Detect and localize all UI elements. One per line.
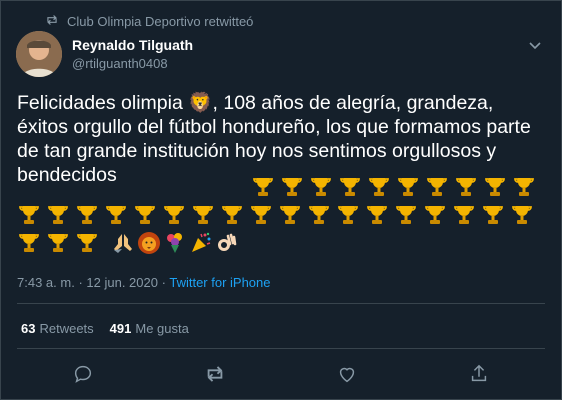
trophy-icon — [481, 203, 505, 227]
trophy-icon — [367, 175, 391, 199]
trophy-icon — [17, 231, 41, 255]
trophy-icon — [336, 203, 360, 227]
share-icon[interactable] — [468, 363, 490, 385]
tweet-date[interactable]: 12 jun. 2020 — [86, 275, 158, 290]
divider — [17, 303, 545, 304]
likes-stat[interactable]: 491 Me gusta — [110, 321, 189, 336]
tweet-stats: 63 Retweets 491 Me gusta — [21, 321, 189, 336]
trophy-icon — [307, 203, 331, 227]
likes-count: 491 — [109, 321, 132, 336]
tweet-actions — [1, 363, 562, 387]
trophy-icon — [280, 175, 304, 199]
avatar[interactable] — [16, 31, 62, 77]
retweets-stat[interactable]: 63 Retweets — [21, 321, 94, 336]
like-heart-icon[interactable] — [336, 363, 358, 385]
trophy-icon — [75, 203, 99, 227]
tweet-text: Felicidades olimpia 🦁, 108 años de alegr… — [17, 92, 531, 186]
author-handle[interactable]: @rtilguanth0408 — [72, 56, 168, 71]
trophy-icon — [309, 175, 333, 199]
trophy-icon — [454, 175, 478, 199]
trophy-row-2 — [17, 203, 547, 227]
retweet-icon — [45, 13, 67, 30]
emoji-row-3 — [17, 231, 547, 255]
trophy-icon — [75, 231, 99, 255]
trophy-icon — [220, 203, 244, 227]
trophy-icon — [46, 231, 70, 255]
meta-separator: · — [78, 275, 83, 290]
retweet-action-icon[interactable] — [204, 363, 226, 385]
trophy-icon — [104, 203, 128, 227]
trophy-icon — [191, 203, 215, 227]
retweet-context[interactable]: Club Olimpia Deportivo retwitteó — [45, 13, 253, 30]
trophy-icon — [365, 203, 389, 227]
praying-hands-icon — [111, 231, 135, 255]
author-name[interactable]: Reynaldo Tilguath — [72, 37, 193, 53]
retweets-count: 63 — [21, 321, 36, 336]
tweet-card: Club Olimpia Deportivo retwitteó Reynald… — [0, 0, 562, 400]
trophy-icon — [162, 203, 186, 227]
meta-separator: · — [161, 275, 166, 290]
retweets-label: Retweets — [39, 321, 94, 336]
trophy-icon — [17, 203, 41, 227]
likes-label: Me gusta — [135, 321, 189, 336]
tweet-time[interactable]: 7:43 a. m. — [17, 275, 75, 290]
lion-icon — [137, 231, 161, 255]
trophy-icon — [338, 175, 362, 199]
tweet-meta: 7:43 a. m. · 12 jun. 2020 · Twitter for … — [17, 275, 271, 290]
trophy-icon — [425, 175, 449, 199]
trophy-icon — [133, 203, 157, 227]
retweet-label: Club Olimpia Deportivo retwitteó — [67, 14, 254, 29]
trophy-icon — [512, 175, 536, 199]
trophy-icon — [249, 203, 273, 227]
trophy-icon — [396, 175, 420, 199]
party-popper-icon — [189, 231, 213, 255]
trophy-icon — [452, 203, 476, 227]
ok-hand-icon — [215, 231, 239, 255]
trophy-icon — [394, 203, 418, 227]
tweet-source-app[interactable]: Twitter for iPhone — [169, 275, 270, 290]
trophy-icon — [423, 203, 447, 227]
bouquet-icon — [163, 231, 187, 255]
trophy-icon — [483, 175, 507, 199]
divider — [17, 348, 545, 349]
trophy-icon — [278, 203, 302, 227]
chevron-down-icon[interactable] — [527, 37, 543, 53]
trophy-icon — [510, 203, 534, 227]
trophy-row-1 — [251, 175, 547, 199]
reply-icon[interactable] — [72, 363, 94, 385]
trophy-icon — [251, 175, 275, 199]
trophy-icon — [46, 203, 70, 227]
